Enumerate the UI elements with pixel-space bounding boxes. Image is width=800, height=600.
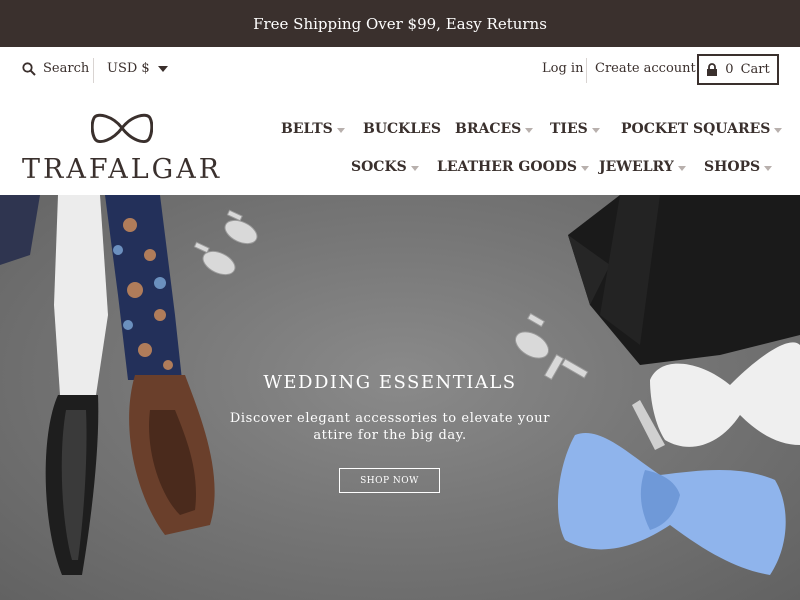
chevron-down-icon xyxy=(764,165,773,171)
chevron-down-icon xyxy=(591,127,600,133)
nav-item-ties[interactable]: TIES xyxy=(550,121,600,137)
announcement-text: Free Shipping Over $99, Easy Returns xyxy=(253,14,547,33)
announcement-bar: Free Shipping Over $99, Easy Returns xyxy=(0,0,800,47)
nav-item-braces[interactable]: BRACES xyxy=(455,121,534,137)
currency-selector[interactable]: USD $ xyxy=(107,61,168,76)
hero-subtitle: Discover elegant accessories to elevate … xyxy=(229,411,551,443)
search-label: Search xyxy=(43,61,90,76)
search-button[interactable]: Search xyxy=(22,61,89,76)
nav-label: TIES xyxy=(550,121,588,137)
lock-icon xyxy=(707,63,718,76)
nav-item-socks[interactable]: SOCKS xyxy=(351,159,419,175)
chevron-down-icon xyxy=(410,165,419,171)
brand-logo[interactable]: TRAFALGAR xyxy=(22,112,222,186)
nav-label: SHOPS xyxy=(704,159,761,175)
hero-title: WEDDING ESSENTIALS xyxy=(263,372,517,393)
hero-image xyxy=(0,195,800,575)
brand-name: TRAFALGAR xyxy=(22,154,223,185)
chevron-down-icon xyxy=(336,127,345,133)
chevron-down-icon xyxy=(677,165,686,171)
cart-button[interactable]: 0 Cart xyxy=(697,54,779,85)
login-link[interactable]: Log in xyxy=(542,61,583,76)
nav-item-belts[interactable]: BELTS xyxy=(281,121,345,137)
search-icon xyxy=(22,61,36,76)
divider xyxy=(93,58,94,83)
nav-item-buckles[interactable]: BUCKLES xyxy=(363,121,441,137)
create-account-link[interactable]: Create account xyxy=(595,61,696,76)
currency-label: USD $ xyxy=(107,61,150,76)
hero-banner[interactable]: WEDDING ESSENTIALS Discover elegant acce… xyxy=(0,195,800,600)
chevron-down-icon xyxy=(525,127,534,133)
divider xyxy=(586,58,587,83)
nav-label: BRACES xyxy=(455,121,522,137)
nav-label: BELTS xyxy=(281,121,333,137)
nav-label: POCKET SQUARES xyxy=(621,121,771,137)
nav-item-leather-goods[interactable]: LEATHER GOODS xyxy=(437,159,590,175)
nav-item-shops[interactable]: SHOPS xyxy=(704,159,773,175)
nav-label: LEATHER GOODS xyxy=(437,159,578,175)
caret-down-icon xyxy=(157,65,168,72)
nav-label: BUCKLES xyxy=(363,121,441,137)
utility-bar: Search USD $ Log in Create account 0 Car… xyxy=(0,47,800,94)
nav-item-pocket-squares[interactable]: POCKET SQUARES xyxy=(621,121,783,137)
shop-now-button[interactable]: SHOP NOW xyxy=(339,468,440,493)
cart-count: 0 xyxy=(725,62,734,77)
cart-label: Cart xyxy=(740,62,770,77)
chevron-down-icon xyxy=(774,127,783,133)
chevron-down-icon xyxy=(581,165,590,171)
nav-label: SOCKS xyxy=(351,159,407,175)
nav-item-jewelry[interactable]: JEWELRY xyxy=(599,159,686,175)
nav-label: JEWELRY xyxy=(599,159,674,175)
bowtie-icon xyxy=(91,113,153,143)
